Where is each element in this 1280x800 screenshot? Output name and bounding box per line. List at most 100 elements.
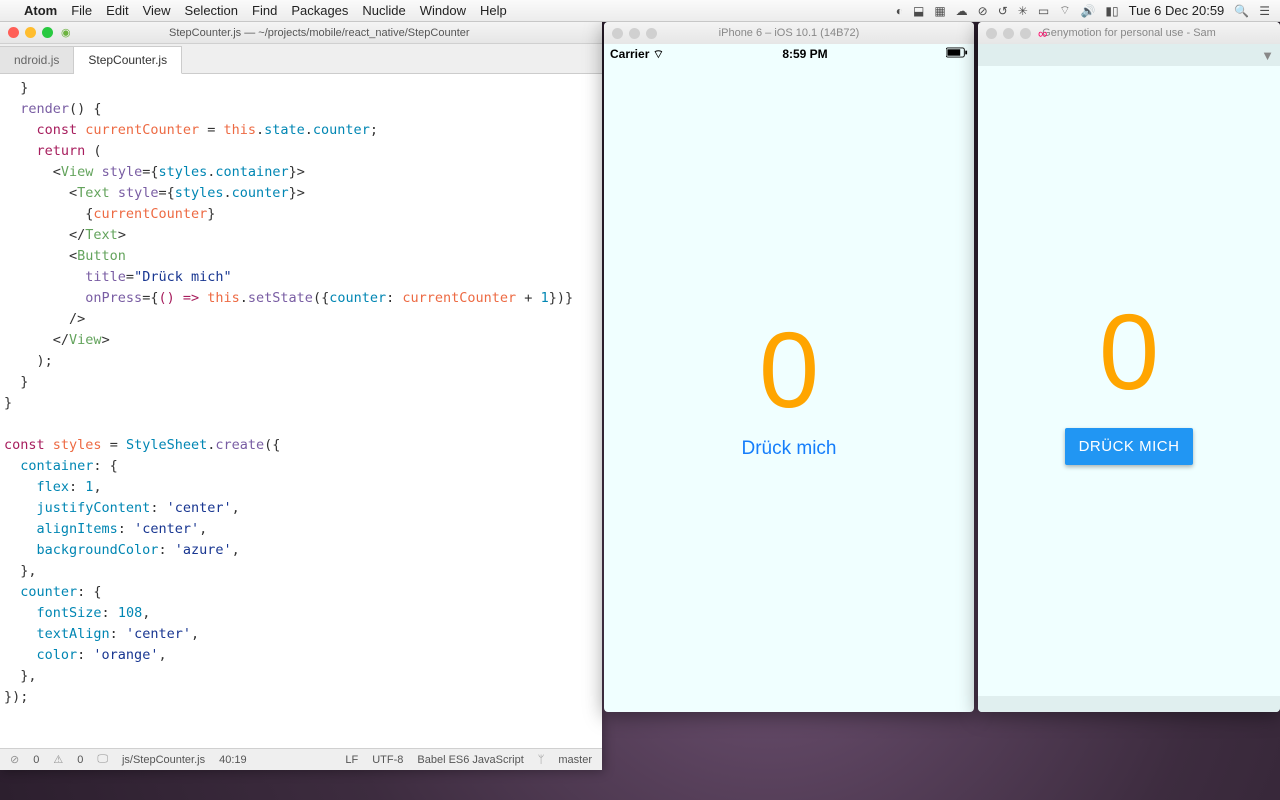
- android-nav-bar: [978, 696, 1280, 712]
- code-line: }: [4, 395, 12, 411]
- code-token: render: [20, 101, 69, 117]
- code-token: =: [126, 269, 134, 285]
- minimize-button[interactable]: [25, 27, 36, 38]
- display-icon[interactable]: ▭: [1038, 4, 1049, 18]
- close-button[interactable]: [612, 28, 623, 39]
- menubar-clock[interactable]: Tue 6 Dec 20:59: [1129, 3, 1225, 18]
- code-token: 'center': [126, 626, 191, 642]
- code-token: {: [150, 164, 158, 180]
- zoom-button[interactable]: [1020, 28, 1031, 39]
- code-token: ,: [232, 500, 240, 516]
- minimize-button[interactable]: [629, 28, 640, 39]
- status-branch[interactable]: master: [558, 754, 592, 766]
- code-token: counter: [20, 584, 77, 600]
- carrier-label: Carrier: [610, 47, 649, 61]
- code-token: :: [77, 647, 93, 663]
- code-token: </: [69, 227, 85, 243]
- menubar-tray: ◐ ⬓ ▦ ☁ ⊘ ↺ ✳ ▭ ⌔ 🔊 ▮▯ Tue 6 Dec 20:59 🔍…: [896, 3, 1280, 18]
- code-token: Button: [77, 248, 126, 264]
- code-token: ,: [93, 479, 101, 495]
- code-token: flex: [37, 479, 70, 495]
- code-token: const: [4, 437, 45, 453]
- warning-icon[interactable]: ⚠: [53, 753, 63, 766]
- code-line: }: [4, 374, 28, 390]
- code-token: 'center': [167, 500, 232, 516]
- code-token: () =>: [158, 290, 207, 306]
- status-cursor-pos[interactable]: 40:19: [219, 754, 247, 766]
- status-language[interactable]: Babel ES6 JavaScript: [417, 754, 523, 766]
- minimize-button[interactable]: [1003, 28, 1014, 39]
- menu-app-name[interactable]: Atom: [24, 3, 57, 18]
- code-token: this: [207, 290, 240, 306]
- editor-titlebar[interactable]: ◉ StepCounter.js — ~/projects/mobile/rea…: [0, 22, 602, 44]
- tray-icon[interactable]: ⊘: [978, 4, 988, 18]
- menu-view[interactable]: View: [143, 3, 171, 18]
- menu-nuclide[interactable]: Nuclide: [362, 3, 405, 18]
- code-token: }: [289, 185, 297, 201]
- code-token: .: [224, 185, 232, 201]
- close-button[interactable]: [8, 27, 19, 38]
- code-token: :: [158, 542, 174, 558]
- menu-find[interactable]: Find: [252, 3, 277, 18]
- code-token: currentCounter: [402, 290, 516, 306]
- volume-icon[interactable]: 🔊: [1080, 4, 1095, 18]
- menu-selection[interactable]: Selection: [185, 3, 238, 18]
- bluetooth-icon[interactable]: ✳: [1018, 4, 1028, 18]
- drueck-mich-button[interactable]: Drück mich: [741, 438, 836, 460]
- status-line-ending[interactable]: LF: [345, 754, 358, 766]
- code-token: return: [37, 143, 86, 159]
- code-token: ,: [158, 647, 166, 663]
- code-editor[interactable]: } render() { const currentCounter = this…: [0, 74, 602, 748]
- tray-icon[interactable]: ☁: [956, 4, 968, 18]
- code-token: :: [386, 290, 402, 306]
- notification-icon[interactable]: ☰: [1259, 4, 1270, 18]
- code-token: 'center': [134, 521, 199, 537]
- code-token: currentCounter: [93, 206, 207, 222]
- code-line: },: [4, 668, 37, 684]
- file-icon: ◉: [61, 26, 71, 39]
- ios-sim-titlebar[interactable]: iPhone 6 – iOS 10.1 (14B72): [604, 22, 974, 44]
- menu-help[interactable]: Help: [480, 3, 507, 18]
- ios-status-bar: Carrier ⌔ 8:59 PM: [604, 44, 974, 64]
- drueck-mich-button[interactable]: DRÜCK MICH: [1065, 428, 1194, 465]
- menu-packages[interactable]: Packages: [291, 3, 348, 18]
- warning-count[interactable]: 0: [77, 754, 83, 766]
- android-sim-titlebar[interactable]: ∞ Genymotion for personal use - Sam: [978, 22, 1280, 44]
- code-token: style: [102, 164, 143, 180]
- android-sim-title: Genymotion for personal use - Sam: [1042, 27, 1216, 39]
- menu-file[interactable]: File: [71, 3, 92, 18]
- code-token: }: [207, 206, 215, 222]
- timemachine-icon[interactable]: ↺: [998, 4, 1008, 18]
- battery-icon[interactable]: ▮▯: [1105, 4, 1118, 18]
- battery-icon: [946, 47, 968, 61]
- error-count[interactable]: 0: [33, 754, 39, 766]
- code-token: :: [118, 521, 134, 537]
- wifi-icon[interactable]: ⌔: [1059, 3, 1070, 18]
- code-token: title: [85, 269, 126, 285]
- dropbox-icon[interactable]: ⬓: [913, 4, 924, 18]
- status-filepath[interactable]: js/StepCounter.js: [122, 754, 205, 766]
- code-token: +: [516, 290, 540, 306]
- code-token: ,: [142, 605, 150, 621]
- code-token: state: [264, 122, 305, 138]
- tab-active[interactable]: StepCounter.js: [74, 46, 182, 74]
- code-token: =: [199, 122, 223, 138]
- zoom-button[interactable]: [646, 28, 657, 39]
- code-token: View: [69, 332, 102, 348]
- status-encoding[interactable]: UTF-8: [372, 754, 403, 766]
- code-token: container: [20, 458, 93, 474]
- code-token: onPress: [85, 290, 142, 306]
- code-token: textAlign: [37, 626, 110, 642]
- menu-edit[interactable]: Edit: [106, 3, 128, 18]
- menu-window[interactable]: Window: [420, 3, 466, 18]
- code-token: .: [305, 122, 313, 138]
- code-token: ({: [313, 290, 329, 306]
- error-icon[interactable]: ⊘: [10, 753, 19, 766]
- spotlight-icon[interactable]: 🔍: [1234, 4, 1249, 18]
- code-line: }: [4, 80, 28, 96]
- tray-icon[interactable]: ◐: [896, 4, 903, 18]
- zoom-button[interactable]: [42, 27, 53, 38]
- tray-icon[interactable]: ▦: [934, 4, 945, 18]
- tab-inactive[interactable]: ndroid.js: [0, 46, 74, 73]
- close-button[interactable]: [986, 28, 997, 39]
